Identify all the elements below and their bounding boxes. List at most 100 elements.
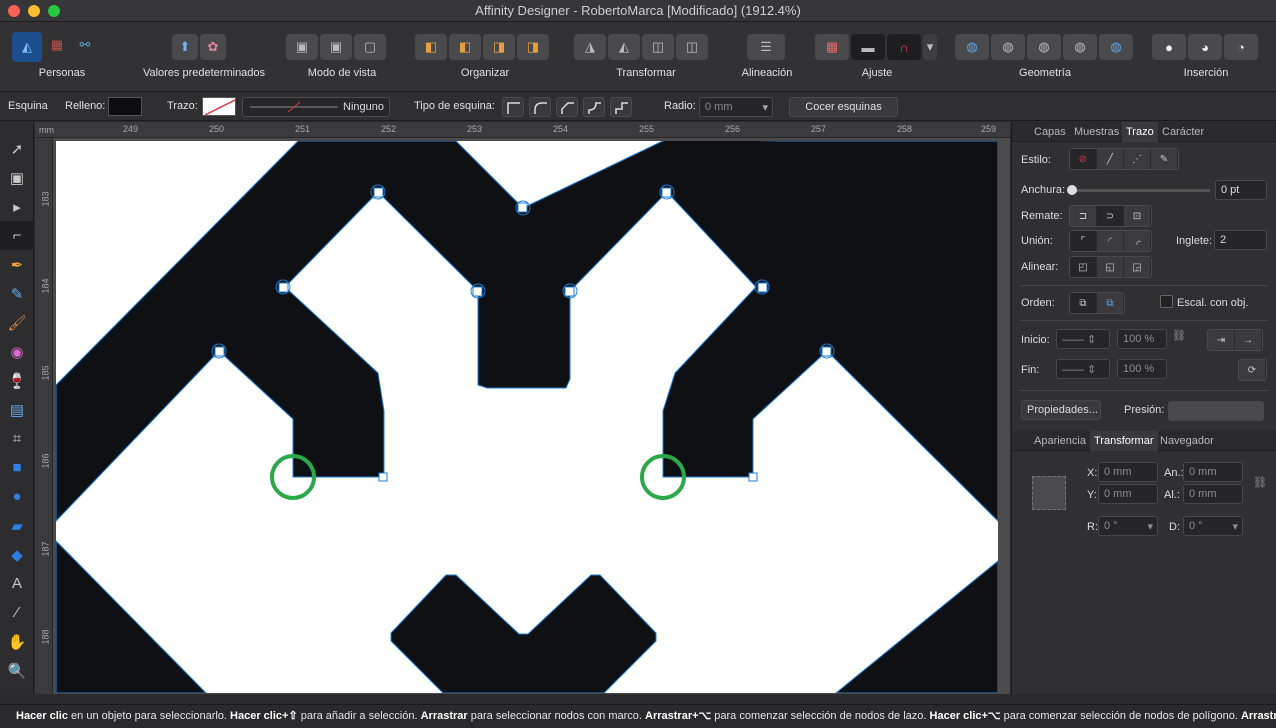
swap-icon[interactable]: ⟳ bbox=[1239, 360, 1266, 380]
corner-none-button[interactable] bbox=[502, 97, 524, 117]
path-node[interactable] bbox=[821, 346, 832, 357]
path-node[interactable] bbox=[564, 286, 575, 297]
to-back-icon[interactable]: ◧ bbox=[449, 34, 481, 60]
document-page[interactable] bbox=[55, 138, 999, 694]
xor-geometry-icon[interactable]: ◍ bbox=[1063, 34, 1097, 60]
export-persona-icon[interactable]: ⚯ bbox=[72, 32, 98, 58]
flip-vertical-icon[interactable]: ◭ bbox=[608, 34, 640, 60]
left-stroke-shape[interactable] bbox=[55, 539, 208, 694]
stroke-swatch[interactable] bbox=[202, 97, 236, 116]
pixel-view-icon[interactable]: ▣ bbox=[286, 34, 318, 60]
round-join-icon[interactable]: ◜ bbox=[1097, 231, 1124, 251]
snapping-magnet-icon[interactable]: ∩ bbox=[887, 34, 921, 60]
path-node[interactable] bbox=[278, 282, 289, 293]
designer-persona-icon[interactable]: ◭ bbox=[12, 32, 42, 62]
close-window-button[interactable] bbox=[8, 5, 20, 17]
corner-tool-icon[interactable]: ⌐ bbox=[0, 221, 34, 250]
revert-defaults-icon[interactable]: ✿ bbox=[200, 34, 226, 60]
y-field[interactable]: 0 mm bbox=[1098, 484, 1158, 504]
crop-tool-icon[interactable]: ⌗ bbox=[0, 424, 34, 453]
path-node[interactable] bbox=[378, 472, 388, 482]
arrow-right-icon[interactable]: → bbox=[1235, 330, 1262, 350]
zoom-tool-icon[interactable]: 🔍 bbox=[0, 656, 34, 685]
path-node[interactable] bbox=[661, 187, 672, 198]
width-slider-handle[interactable] bbox=[1067, 185, 1077, 195]
radius-field[interactable]: 0 mm ▾ bbox=[699, 97, 773, 117]
back-one-icon[interactable]: ◧ bbox=[415, 34, 447, 60]
start-arrow-field[interactable]: —— ⇕ bbox=[1056, 329, 1110, 349]
brush-line-icon[interactable]: ✎ bbox=[1151, 149, 1178, 169]
subtract-geometry-icon[interactable]: ◍ bbox=[991, 34, 1025, 60]
snapping-grid-icon[interactable]: ▦ bbox=[815, 34, 849, 60]
no-stroke-icon[interactable]: ⊘ bbox=[1070, 149, 1097, 169]
snapping-dropdown-icon[interactable]: ▾ bbox=[923, 34, 937, 60]
artboard-tool-icon[interactable]: ▣ bbox=[0, 163, 34, 192]
shape-tool-icon[interactable]: ◆ bbox=[0, 540, 34, 569]
insert-behind-icon[interactable]: ● bbox=[1152, 34, 1186, 60]
corner-round-button[interactable] bbox=[529, 97, 551, 117]
end-arrow-field[interactable]: —— ⇕ bbox=[1056, 359, 1110, 379]
rectangle-tool-icon[interactable]: ■ bbox=[0, 453, 34, 482]
bake-corners-button[interactable]: Cocer esquinas bbox=[789, 97, 898, 117]
x-field[interactable]: 0 mm bbox=[1098, 462, 1158, 482]
divide-geometry-icon[interactable]: ◍ bbox=[1099, 34, 1133, 60]
canvas-area[interactable]: mm 249 250 251 252 253 254 255 256 257 2… bbox=[35, 122, 1010, 694]
to-front-icon[interactable]: ◨ bbox=[517, 34, 549, 60]
pressure-graph[interactable] bbox=[1168, 401, 1264, 421]
tab-transform[interactable]: Transformar bbox=[1090, 431, 1158, 451]
stroke-front-icon[interactable]: ⧉ bbox=[1097, 293, 1124, 313]
stroke-behind-icon[interactable]: ⧉ bbox=[1070, 293, 1097, 313]
tab-swatches[interactable]: Muestras bbox=[1074, 126, 1119, 138]
tab-character[interactable]: Carácter bbox=[1162, 126, 1204, 138]
solid-line-icon[interactable]: ╱ bbox=[1097, 149, 1124, 169]
flip-horizontal-icon[interactable]: ◮ bbox=[574, 34, 606, 60]
scale-with-object-checkbox[interactable] bbox=[1160, 295, 1173, 308]
height-field[interactable]: 0 mm bbox=[1183, 484, 1243, 504]
width-field[interactable]: 0 mm bbox=[1183, 462, 1243, 482]
add-geometry-icon[interactable]: ◍ bbox=[955, 34, 989, 60]
tab-stroke[interactable]: Trazo bbox=[1122, 122, 1158, 142]
logo-artwork[interactable] bbox=[55, 138, 999, 694]
small-m-shape[interactable] bbox=[390, 574, 657, 694]
path-node[interactable] bbox=[214, 346, 225, 357]
square-cap-icon[interactable]: ⊡ bbox=[1124, 206, 1151, 226]
properties-button[interactable]: Propiedades... bbox=[1021, 400, 1101, 420]
link-icon[interactable]: ⛓ bbox=[1253, 476, 1267, 489]
rotation-field[interactable]: 0 ° ▾ bbox=[1098, 516, 1158, 536]
dash-line-icon[interactable]: ⋰ bbox=[1124, 149, 1151, 169]
vector-brush-tool-icon[interactable]: 🖌 bbox=[0, 308, 34, 337]
rounded-rectangle-tool-icon[interactable]: ▰ bbox=[0, 511, 34, 540]
ellipse-tool-icon[interactable]: ● bbox=[0, 482, 34, 511]
width-field[interactable]: 0 pt bbox=[1215, 180, 1267, 200]
shear-field[interactable]: 0 ° ▾ bbox=[1183, 516, 1243, 536]
retina-view-icon[interactable]: ▣ bbox=[320, 34, 352, 60]
rotate-left-icon[interactable]: ◫ bbox=[642, 34, 674, 60]
hand-tool-icon[interactable]: ✋ bbox=[0, 627, 34, 656]
bevel-join-icon[interactable]: ⌌ bbox=[1124, 231, 1151, 251]
fill-tool-icon[interactable]: ◉ bbox=[0, 337, 34, 366]
place-image-tool-icon[interactable]: ▤ bbox=[0, 395, 34, 424]
insert-top-icon[interactable]: ◔ bbox=[1224, 34, 1258, 60]
move-tool-icon[interactable]: ➚ bbox=[0, 134, 34, 163]
vertical-ruler[interactable]: 183 184 185 186 187 188 bbox=[35, 138, 53, 694]
insert-inside-icon[interactable]: ◕ bbox=[1188, 34, 1222, 60]
horizontal-ruler[interactable]: mm 249 250 251 252 253 254 255 256 257 2… bbox=[35, 122, 1010, 138]
path-node[interactable] bbox=[472, 286, 483, 297]
tab-navigator[interactable]: Navegador bbox=[1160, 435, 1214, 447]
path-node[interactable] bbox=[757, 282, 768, 293]
miter-field[interactable]: 2 bbox=[1214, 230, 1267, 250]
sync-defaults-icon[interactable]: ⬆ bbox=[172, 34, 198, 60]
corner-straight-button[interactable] bbox=[610, 97, 632, 117]
anchor-selector-icon[interactable] bbox=[1032, 476, 1066, 510]
snapping-bar-icon[interactable]: ▬ bbox=[851, 34, 885, 60]
arrow-right-icon[interactable]: ⇥ bbox=[1208, 330, 1235, 350]
text-tool-icon[interactable]: A bbox=[0, 569, 34, 598]
align-icon[interactable]: ☰ bbox=[747, 34, 785, 60]
path-node[interactable] bbox=[748, 472, 758, 482]
stroke-style-field[interactable]: Ninguno bbox=[242, 97, 390, 117]
align-outside-icon[interactable]: ◲ bbox=[1124, 257, 1151, 277]
forward-one-icon[interactable]: ◨ bbox=[483, 34, 515, 60]
link-icon[interactable]: ⛓ bbox=[1172, 329, 1186, 342]
intersect-geometry-icon[interactable]: ◍ bbox=[1027, 34, 1061, 60]
path-node[interactable] bbox=[373, 187, 384, 198]
